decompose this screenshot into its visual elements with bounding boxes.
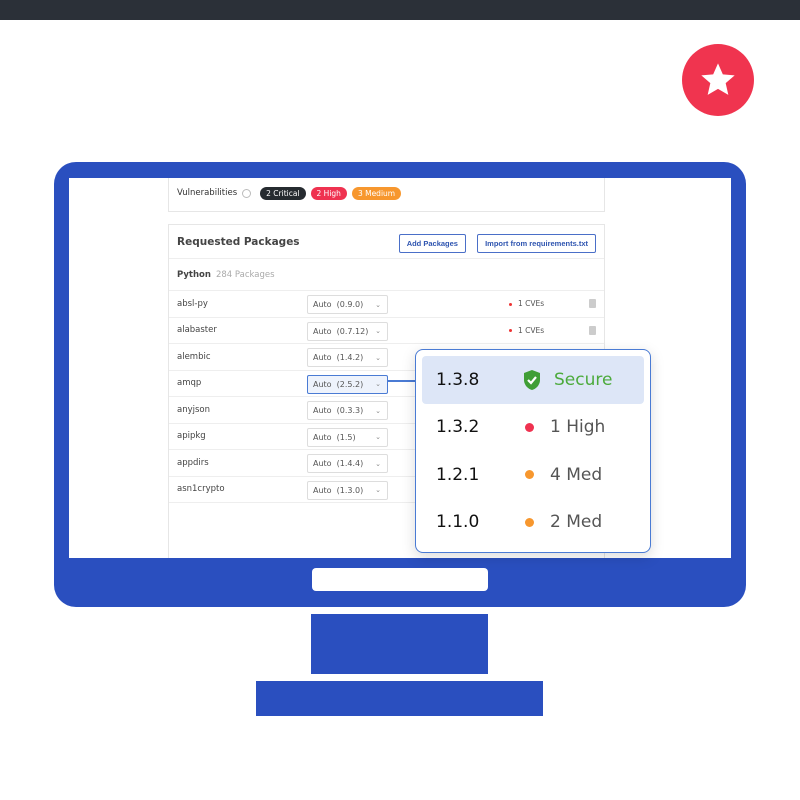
section-title: Requested Packages: [177, 235, 300, 248]
version-select[interactable]: Auto (0.3.3) ⌄: [307, 401, 388, 420]
cve-text: 1 CVEs: [518, 325, 545, 335]
vulnerabilities-label: Vulnerabilities: [177, 188, 238, 198]
option-version: 1.3.8: [436, 369, 480, 390]
status-text: 2 Med: [550, 512, 603, 533]
top-bar: [0, 0, 800, 20]
package-name: alabaster: [177, 325, 217, 336]
chevron-down-icon: ⌄: [375, 300, 381, 309]
monitor-stand: [311, 614, 488, 674]
version-select[interactable]: Auto (0.7.12) ⌄: [307, 321, 388, 341]
version-select[interactable]: Auto (1.4.2) ⌄: [307, 348, 388, 367]
version-select[interactable]: Auto (1.3.0) ⌄: [307, 480, 388, 500]
monitor-button: [312, 568, 488, 591]
chevron-down-icon: ⌄: [375, 459, 381, 468]
chevron-down-icon: ⌄: [375, 486, 381, 494]
option-version: 1.1.0: [436, 512, 480, 533]
vulnerabilities-card: Vulnerabilities 2 Critical 2 High 3 Medi…: [168, 178, 605, 212]
chevron-down-icon: ⌄: [375, 433, 381, 441]
package-row: alabaster Auto (0.7.12) ⌄ 1 CVEs: [169, 318, 604, 344]
version-option[interactable]: 1.3.2 1 High: [422, 404, 644, 452]
option-status: 1 High: [522, 417, 605, 437]
cve-count: 1 CVEs: [509, 326, 544, 335]
import-requirements-button[interactable]: Import from requirements.txt: [477, 233, 596, 253]
medium-badge: 3 Medium: [351, 186, 402, 200]
trash-icon[interactable]: [589, 299, 596, 309]
status-text: 4 Med: [550, 464, 603, 485]
high-badge: 2 High: [310, 186, 347, 200]
cve-count: 1 CVEs: [509, 299, 544, 308]
severity-dot: [525, 517, 534, 527]
version-select[interactable]: Auto (1.5) ⌄: [307, 427, 388, 447]
package-row: absl-py Auto (0.9.0) ⌄ 1 CVEs: [169, 291, 604, 318]
shield-check-icon: [524, 369, 540, 390]
version-option[interactable]: 1.2.1 4 Med: [422, 451, 644, 499]
version-value: Auto (0.3.3): [313, 406, 364, 415]
cve-text: 1 CVEs: [518, 299, 545, 309]
option-version: 1.2.1: [436, 464, 480, 485]
package-name: absl-py: [177, 298, 208, 309]
chevron-down-icon: ⌄: [375, 353, 381, 362]
version-dropdown: 1.3.8 Secure 1.3.2 1 High 1.2.1 4 Med 1.1.0…: [415, 349, 651, 553]
version-option[interactable]: 1.1.0 2 Med: [422, 499, 644, 547]
trash-icon[interactable]: [589, 325, 596, 335]
language-name: Python: [177, 269, 211, 280]
option-status: 4 Med: [522, 465, 602, 485]
option-status: Secure: [522, 369, 612, 391]
chevron-down-icon: ⌄: [375, 406, 381, 415]
version-value: Auto (1.3.0): [313, 485, 364, 495]
package-name: apipkg: [177, 431, 206, 442]
chevron-down-icon: ⌄: [375, 380, 381, 388]
package-name: amqp: [177, 378, 202, 389]
package-count: 284 Packages: [215, 269, 275, 280]
critical-badge: 2 Critical: [260, 186, 306, 200]
dropdown-connector: [388, 380, 416, 382]
star-icon: [701, 63, 735, 95]
option-version: 1.3.2: [436, 417, 480, 438]
add-packages-button[interactable]: Add Packages: [398, 233, 466, 253]
version-option[interactable]: 1.3.8 Secure: [422, 356, 644, 404]
version-select[interactable]: Auto (1.4.4) ⌄: [307, 454, 388, 473]
severity-dot: [509, 329, 512, 333]
version-select[interactable]: Auto (0.9.0) ⌄: [307, 295, 388, 314]
language-header: Python 284 Packages: [169, 259, 604, 291]
package-name: appdirs: [177, 457, 209, 468]
status-text: Secure: [554, 369, 613, 390]
version-value: Auto (0.9.0): [313, 300, 364, 309]
package-name: anyjson: [177, 404, 211, 415]
star-badge: [682, 44, 754, 116]
severity-dot: [509, 302, 512, 306]
status-text: 1 High: [550, 417, 606, 438]
package-name: asn1crypto: [177, 484, 225, 495]
monitor-base: [256, 681, 543, 716]
package-name: alembic: [177, 351, 211, 362]
chevron-down-icon: ⌄: [375, 327, 381, 335]
version-value: Auto (1.4.4): [313, 459, 364, 468]
version-value: Auto (0.7.12): [313, 326, 369, 336]
info-icon[interactable]: [242, 188, 252, 198]
severity-dot: [525, 422, 534, 432]
version-value: Auto (1.5): [313, 432, 356, 442]
version-select[interactable]: Auto (2.5.2) ⌄: [307, 374, 388, 394]
severity-dot: [525, 470, 534, 480]
version-value: Auto (2.5.2): [313, 379, 364, 389]
option-status: 2 Med: [522, 512, 602, 532]
version-value: Auto (1.4.2): [313, 353, 364, 362]
